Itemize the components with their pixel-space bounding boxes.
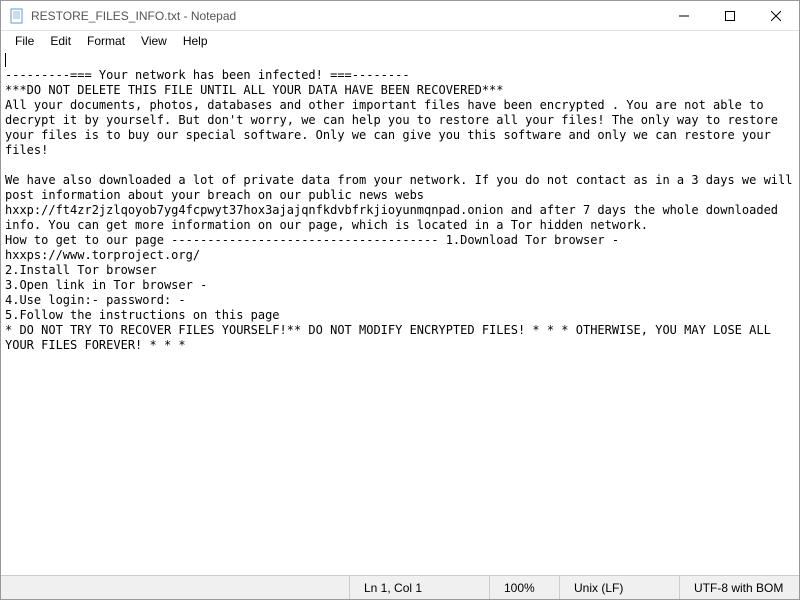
minimize-button[interactable]: [661, 1, 707, 30]
status-position: Ln 1, Col 1: [349, 576, 489, 599]
menu-view[interactable]: View: [133, 32, 175, 50]
status-line-ending: Unix (LF): [559, 576, 679, 599]
window-controls: [661, 1, 799, 30]
menu-format[interactable]: Format: [79, 32, 133, 50]
maximize-button[interactable]: [707, 1, 753, 30]
document-content: ---------=== Your network has been infec…: [5, 68, 799, 352]
status-encoding: UTF-8 with BOM: [679, 576, 799, 599]
menu-help[interactable]: Help: [175, 32, 216, 50]
status-zoom: 100%: [489, 576, 559, 599]
menu-edit[interactable]: Edit: [42, 32, 79, 50]
window-title: RESTORE_FILES_INFO.txt - Notepad: [31, 9, 661, 23]
statusbar: Ln 1, Col 1 100% Unix (LF) UTF-8 with BO…: [1, 575, 799, 599]
menu-file[interactable]: File: [7, 32, 42, 50]
text-editor[interactable]: ---------=== Your network has been infec…: [1, 51, 799, 575]
titlebar[interactable]: RESTORE_FILES_INFO.txt - Notepad: [1, 1, 799, 31]
text-cursor: [5, 53, 6, 67]
close-button[interactable]: [753, 1, 799, 30]
menubar: File Edit Format View Help: [1, 31, 799, 51]
notepad-icon: [9, 8, 25, 24]
